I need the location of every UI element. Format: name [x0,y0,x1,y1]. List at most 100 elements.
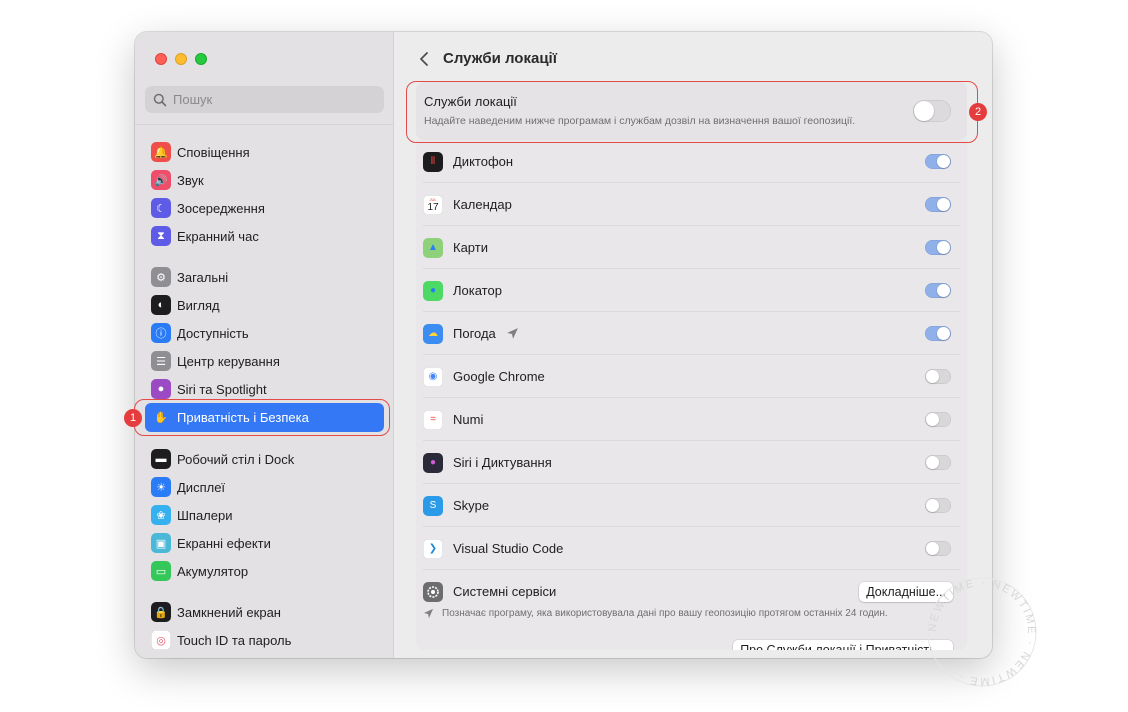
app-name: Numi [453,412,484,427]
app-location-toggle[interactable] [925,455,951,470]
bell-icon: 🔔 [151,142,171,162]
sidebar-item[interactable]: ▬ Робочий стіл і Dock [145,445,384,473]
sidebar-item[interactable]: ⧗ Екранний час [145,222,384,250]
back-chevron-icon[interactable] [417,50,431,68]
calendar-icon: JUL 17 [423,194,443,215]
apps-list: ❯ Visual Studio Code S Skype ● Siri і Диктува… [416,140,967,650]
app-location-toggle[interactable] [925,369,951,384]
sidebar-item-label: Touch ID та пароль [177,632,292,648]
app-row: JUL 17 Календар [416,183,967,226]
toggle-knob [937,198,950,211]
siri-icon: ● [423,452,443,473]
sun-icon: ☀ [151,477,171,497]
sidebar-item-label: Екранні ефекти [177,535,271,551]
sidebar-item-label: Центр керування [177,353,280,369]
recent-use-note: Позначає програму, яка використовувала д… [423,608,888,619]
appearance-icon: ◐ [151,295,171,315]
app-location-toggle[interactable] [925,498,951,513]
toggle-knob [926,370,939,383]
app-row: ☁ Погода [416,312,967,355]
app-row: ● Siri і Диктування [416,441,967,484]
search-icon [153,93,167,106]
search-input[interactable] [173,92,373,107]
app-location-toggle[interactable] [925,541,951,556]
minimize-button[interactable] [175,53,187,65]
sidebar-item[interactable]: ▭ Акумулятор [145,557,384,585]
dock-icon: ▬ [151,449,171,469]
app-location-toggle[interactable] [925,283,951,298]
app-location-toggle[interactable] [925,326,951,341]
maps-icon: ▲ [423,237,443,258]
toggle-knob [937,241,950,254]
sidebar-item-label: Сповіщення [177,144,250,160]
find-my-icon: ● [423,280,443,301]
row-separator [423,526,960,527]
sidebar-item[interactable]: 🔊 Звук [145,166,384,194]
speaker-icon: 🔊 [151,170,171,190]
row-separator [423,225,960,226]
app-name: Погода [453,326,496,341]
sidebar-item-label: Замкнений екран [177,604,281,620]
app-location-toggle[interactable] [925,412,951,427]
toggle-knob [926,499,939,512]
sidebar-item[interactable]: ◐ Вигляд [145,291,384,319]
row-separator [423,397,960,398]
sidebar-item-label: Екранний час [177,228,259,244]
titlebar: Служби локації [395,32,992,84]
sidebar-item[interactable]: ☰ Центр керування [145,347,384,375]
row-separator [423,182,960,183]
sidebar-item-label: Siri та Spotlight [177,381,267,397]
sidebar-item[interactable]: ❀ Шпалери [145,501,384,529]
sidebar-item[interactable]: ▣ Екранні ефекти [145,529,384,557]
callout-badge-2: 2 [969,103,987,121]
location-services-toggle[interactable] [913,100,951,122]
sidebar-item-label: Шпалери [177,507,233,523]
sidebar-item[interactable]: ⓘ Доступність [145,319,384,347]
fingerprint-icon: ◎ [151,630,171,650]
sidebar-item[interactable]: ✋ Приватність і Безпека [145,403,384,432]
watermark-logo: NEWTIME · NEWTIME · NEWTIME · [927,577,1037,687]
hand-icon: ✋ [154,412,168,424]
app-name: Siri і Диктування [453,455,552,470]
toggle-knob [937,327,950,340]
about-location-privacy-button[interactable]: Про Служби локації і Приватність... [733,640,953,650]
siri-icon: ● [151,379,171,399]
toggle-knob [926,413,939,426]
system-services-row: Системні сервіси Докладніше... [416,570,967,613]
settings-window: 🔔 Сповіщення 🔊 Звук ☾ Зосередження ⧗ Екранний ч… [135,32,992,658]
weather-icon: ☁ [423,323,443,344]
row-separator [423,311,960,312]
sidebar-item[interactable]: ◎ Touch ID та пароль [145,626,384,654]
sidebar-item[interactable]: ⚙ Загальні [145,263,384,291]
location-services-title: Служби локації [424,94,517,109]
app-name: Карти [453,240,488,255]
zoom-button[interactable] [195,53,207,65]
voice-memos-icon: ⦀ [423,151,443,172]
app-location-toggle[interactable] [925,197,951,212]
hourglass-icon: ⧗ [151,226,171,246]
calendar-day: 17 [427,201,439,213]
app-location-toggle[interactable] [925,240,951,255]
sidebar-item[interactable]: ☀ Дисплеї [145,473,384,501]
toggle-knob [914,101,934,121]
sidebar-item[interactable]: 🔔 Сповіщення [145,138,384,166]
sidebar-item[interactable]: ☾ Зосередження [145,194,384,222]
search-field[interactable] [145,86,384,113]
wallpaper-icon: ❀ [151,505,171,525]
sidebar-item-label: Зосередження [177,200,265,216]
sidebar-item-label: Приватність і Безпека [177,410,309,425]
row-separator [423,440,960,441]
app-row: ● Локатор [416,269,967,312]
sidebar-item[interactable]: ● Siri та Spotlight [145,375,384,403]
close-button[interactable] [155,53,167,65]
app-row: = Numi [416,398,967,441]
app-row: ◉ Google Chrome [416,355,967,398]
app-location-toggle[interactable] [925,154,951,169]
sidebar-item[interactable]: 🔒 Замкнений екран [145,598,384,626]
location-services-panel: Служби локації Надайте наведеним нижче п… [416,82,967,140]
control-center-icon: ☰ [151,351,171,371]
sidebar-item-label: Дисплеї [177,479,226,495]
moon-icon: ☾ [151,198,171,218]
